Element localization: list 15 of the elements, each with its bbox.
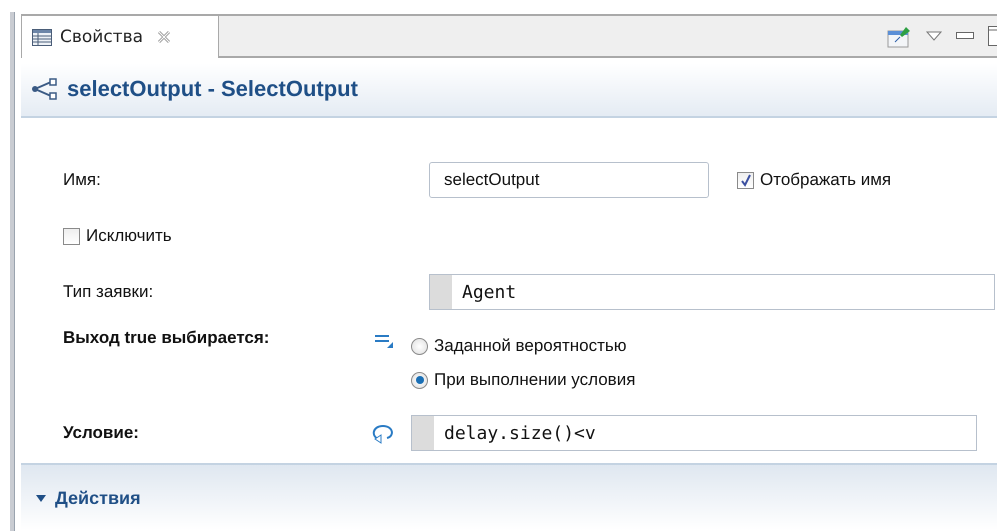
exclude-checkbox[interactable]: Исключить (63, 226, 359, 246)
name-input[interactable]: selectOutput (429, 162, 709, 198)
section-title: Действия (55, 488, 141, 508)
tab-label: Свойства (60, 27, 144, 47)
show-name-checkbox[interactable]: Отображать имя (737, 170, 892, 190)
field-label: Имя: (63, 170, 102, 190)
radio-option[interactable]: При выполнении условия (411, 370, 977, 390)
field-label: Условие: (63, 423, 140, 443)
field-label: Тип заявки: (63, 282, 154, 302)
agent-type-input[interactable]: Agent (429, 274, 995, 310)
field-label: Выход true выбирается: (63, 328, 270, 348)
condition-input[interactable]: delay.size()<v (411, 415, 977, 451)
block-title: selectOutput - SelectOutput (67, 76, 358, 102)
radio-option[interactable]: Заданной вероятностью (411, 336, 977, 356)
properties-tab[interactable]: Свойства (21, 16, 219, 58)
